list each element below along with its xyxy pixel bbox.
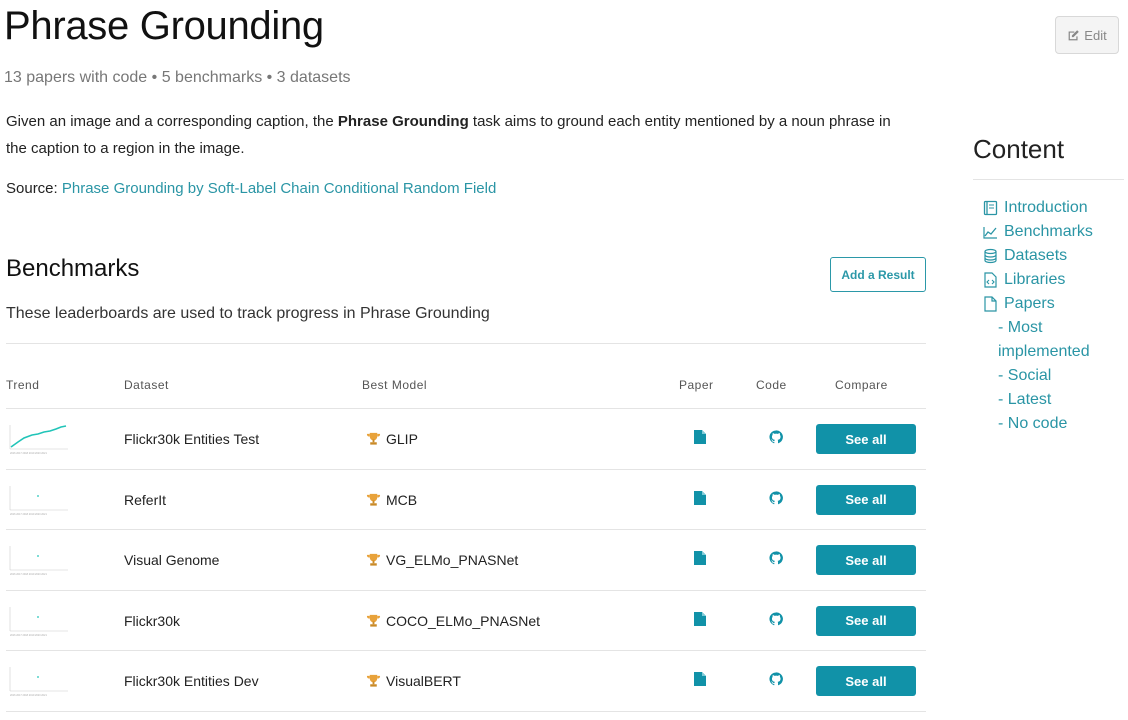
dataset-name[interactable]: Flickr30k <box>124 613 180 629</box>
trend-sparkline[interactable]: 2016 2017 2018 2019 2020 2021 <box>6 605 68 637</box>
col-code: Code <box>756 378 787 392</box>
github-icon[interactable] <box>769 611 783 626</box>
paper-icon[interactable] <box>694 611 706 626</box>
trend-chart-icon <box>983 227 997 239</box>
table-of-contents: Introduction Benchmarks Datasets Librari… <box>983 196 1123 436</box>
best-model-name[interactable]: COCO_ELMo_PNASNet <box>386 613 540 629</box>
best-model: VisualBERT <box>366 673 461 689</box>
toc-datasets[interactable]: Datasets <box>983 244 1123 268</box>
task-description: Given an image and a corresponding capti… <box>6 108 896 162</box>
see-all-button[interactable]: See all <box>816 545 916 575</box>
dataset-name[interactable]: Flickr30k Entities Test <box>124 431 259 447</box>
table-row: 2016 2017 2018 2019 2020 2021 Flickr30k … <box>6 409 926 470</box>
source-label: Source: <box>6 180 62 197</box>
see-all-button[interactable]: See all <box>816 666 916 696</box>
best-model-name[interactable]: GLIP <box>386 431 418 447</box>
best-model: VG_ELMo_PNASNet <box>366 552 518 568</box>
best-model: COCO_ELMo_PNASNet <box>366 613 540 629</box>
toc-most-implemented[interactable]: - Most implemented <box>983 316 1123 364</box>
best-model-name[interactable]: MCB <box>386 492 417 508</box>
trend-sparkline[interactable]: 2016 2017 2018 2019 2020 2021 <box>6 484 68 516</box>
trophy-icon <box>366 432 381 445</box>
github-icon[interactable] <box>769 672 783 686</box>
description-prefix: Given an image and a corresponding capti… <box>6 113 338 130</box>
benchmarks-title: Benchmarks <box>6 255 140 282</box>
svg-text:2016 2017 2018 2019 2020 2021: 2016 2017 2018 2019 2020 2021 <box>10 513 47 516</box>
toc-no-code[interactable]: - No code <box>983 412 1123 436</box>
github-icon[interactable] <box>769 490 783 505</box>
table-row: 2016 2017 2018 2019 2020 2021 ReferIt MC… <box>6 470 926 530</box>
github-icon[interactable] <box>769 551 783 565</box>
toc-papers[interactable]: Papers <box>983 292 1123 316</box>
see-all-button[interactable]: See all <box>816 484 916 515</box>
col-trend: Trend <box>6 378 40 392</box>
toc-social[interactable]: - Social <box>983 364 1123 388</box>
github-icon[interactable] <box>769 430 783 444</box>
table-row: 2016 2017 2018 2019 2020 2021 Flickr30k … <box>6 651 926 712</box>
code-file-icon <box>984 272 997 288</box>
paper-icon[interactable] <box>694 490 706 505</box>
trophy-icon <box>366 614 381 627</box>
book-icon <box>983 200 998 216</box>
edit-button[interactable]: Edit <box>1055 16 1119 54</box>
dataset-name[interactable]: Flickr30k Entities Dev <box>124 673 259 689</box>
toc-label: Papers <box>1004 295 1055 312</box>
document-icon <box>984 296 997 312</box>
toc-introduction[interactable]: Introduction <box>983 196 1123 220</box>
trend-sparkline[interactable]: 2016 2017 2018 2019 2020 2021 <box>6 665 68 697</box>
svg-text:2016 2017 2018 2019 2020 2021: 2016 2017 2018 2019 2020 2021 <box>10 452 47 455</box>
trophy-icon <box>366 674 381 687</box>
content-title: Content <box>973 134 1065 164</box>
best-model: MCB <box>366 492 417 508</box>
dataset-name[interactable]: ReferIt <box>124 492 166 508</box>
toc-label: Libraries <box>1004 271 1066 288</box>
edit-icon <box>1068 29 1080 40</box>
toc-label: Benchmarks <box>1004 223 1093 240</box>
toc-libraries[interactable]: Libraries <box>983 268 1123 292</box>
paper-icon[interactable] <box>694 430 706 444</box>
source-link[interactable]: Phrase Grounding by Soft-Label Chain Con… <box>62 180 496 197</box>
table-row: 2016 2017 2018 2019 2020 2021 Flickr30k … <box>6 591 926 651</box>
col-compare: Compare <box>835 378 888 392</box>
description-bold: Phrase Grounding <box>337 113 469 130</box>
page-title: Phrase Grounding <box>4 4 324 48</box>
col-dataset: Dataset <box>124 378 169 392</box>
trend-sparkline[interactable]: 2016 2017 2018 2019 2020 2021 <box>6 423 68 455</box>
trophy-icon <box>366 553 381 566</box>
toc-latest[interactable]: - Latest <box>983 388 1123 412</box>
see-all-button[interactable]: See all <box>816 424 916 454</box>
source-line: Source: Phrase Grounding by Soft-Label C… <box>6 180 496 197</box>
toc-benchmarks[interactable]: Benchmarks <box>983 220 1123 244</box>
trophy-icon <box>366 493 381 506</box>
edit-label: Edit <box>1084 27 1107 43</box>
toc-label: Introduction <box>1004 199 1088 216</box>
trend-sparkline[interactable]: 2016 2017 2018 2019 2020 2021 <box>6 544 68 576</box>
table-row: 2016 2017 2018 2019 2020 2021 Visual Gen… <box>6 530 926 591</box>
best-model-name[interactable]: VG_ELMo_PNASNet <box>386 552 518 568</box>
dataset-name[interactable]: Visual Genome <box>124 552 219 568</box>
database-icon <box>984 248 997 264</box>
paper-icon[interactable] <box>694 551 706 565</box>
svg-text:2016 2017 2018 2019 2020 2021: 2016 2017 2018 2019 2020 2021 <box>10 634 47 637</box>
benchmarks-subtitle: These leaderboards are used to track pro… <box>6 305 490 322</box>
table-header: Trend Dataset Best Model Paper Code Comp… <box>6 344 926 409</box>
best-model: GLIP <box>366 431 418 447</box>
col-paper: Paper <box>679 378 714 392</box>
svg-text:2016 2017 2018 2019 2020 2021: 2016 2017 2018 2019 2020 2021 <box>10 694 47 697</box>
see-all-button[interactable]: See all <box>816 605 916 636</box>
paper-icon[interactable] <box>694 672 706 686</box>
benchmarks-table: Trend Dataset Best Model Paper Code Comp… <box>6 343 926 712</box>
toc-label: Datasets <box>1004 247 1068 264</box>
add-result-button[interactable]: Add a Result <box>830 257 926 292</box>
svg-text:2016 2017 2018 2019 2020 2021: 2016 2017 2018 2019 2020 2021 <box>10 573 47 576</box>
content-divider <box>973 179 1124 180</box>
task-stats: 13 papers with code • 5 benchmarks • 3 d… <box>4 69 351 86</box>
best-model-name[interactable]: VisualBERT <box>386 673 461 689</box>
col-best-model: Best Model <box>362 378 428 392</box>
